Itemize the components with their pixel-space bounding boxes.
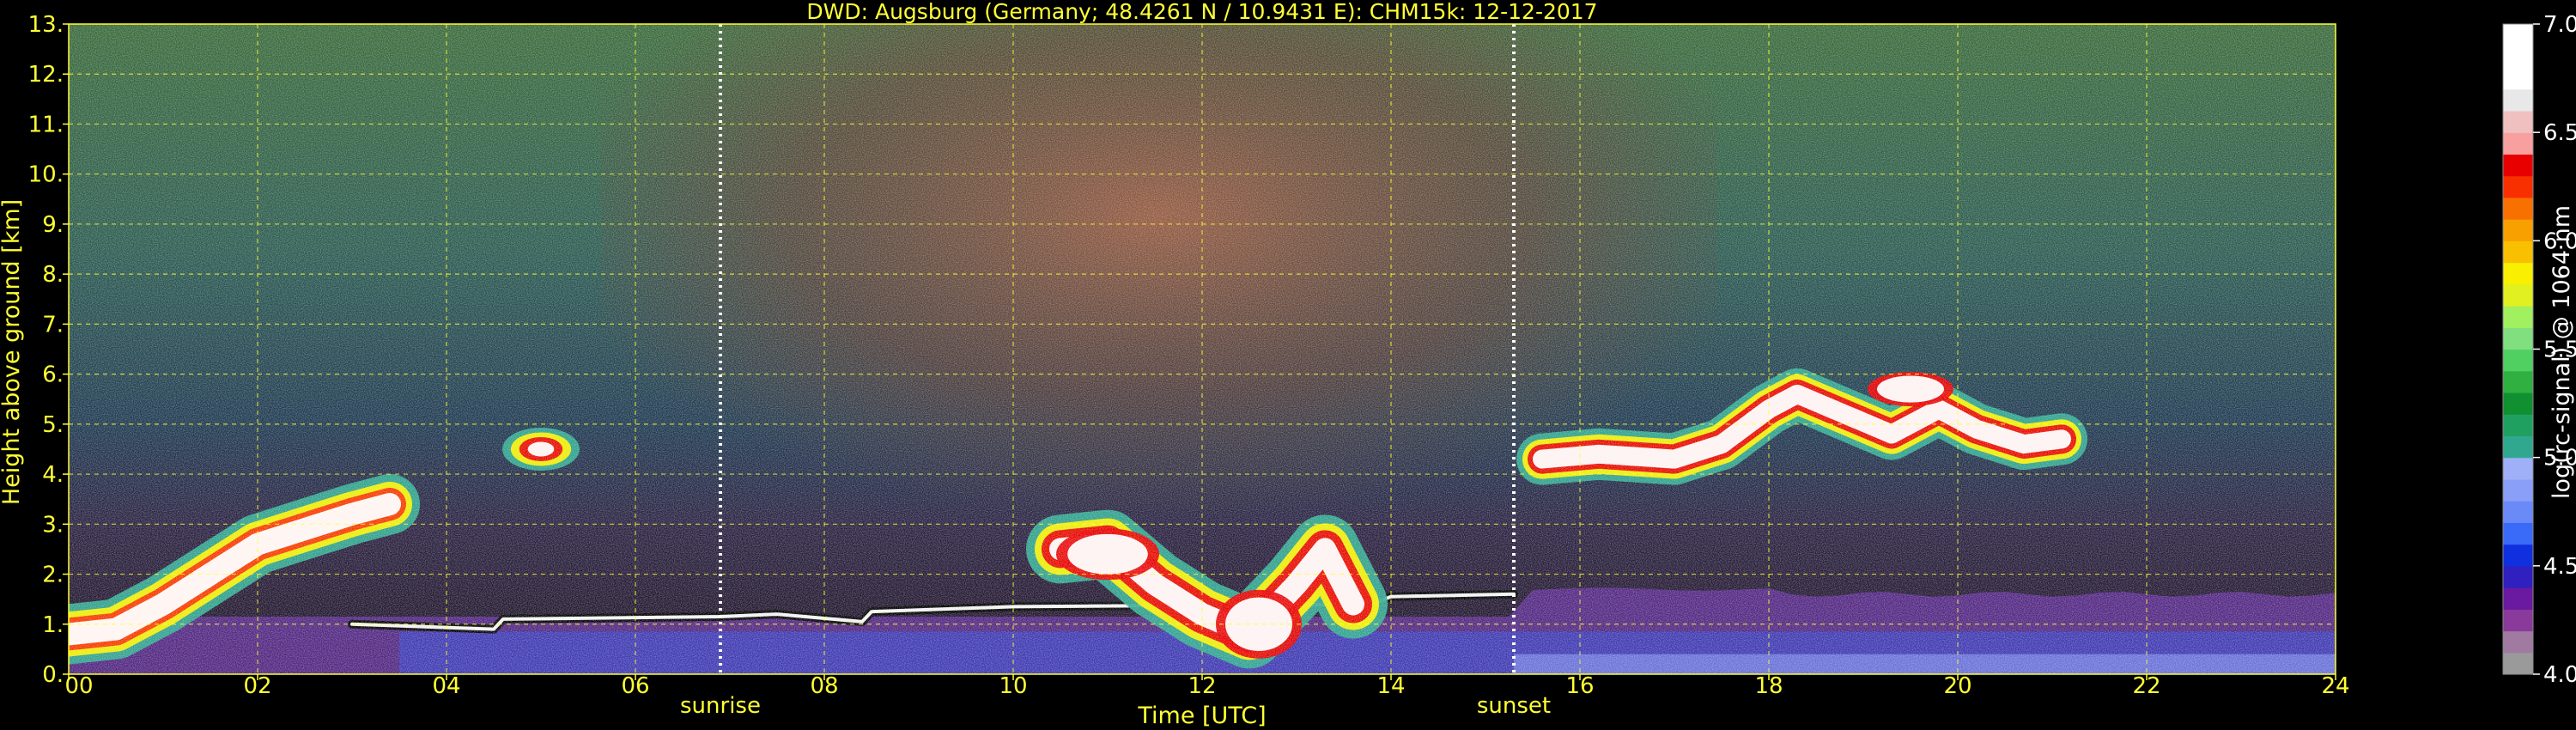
y-tick-label: 8. bbox=[42, 262, 64, 288]
colorbar-swatch bbox=[2503, 327, 2533, 350]
colorbar-swatch bbox=[2503, 283, 2533, 307]
x-tick-label: 16 bbox=[1565, 673, 1594, 699]
x-axis-label: Time [UTC] bbox=[1137, 703, 1266, 729]
colorbar-swatch bbox=[2503, 306, 2533, 328]
colorbar-swatch bbox=[2503, 435, 2533, 459]
colorbar-tick-label: 4.0 bbox=[2543, 662, 2576, 688]
y-tick-label: 12. bbox=[28, 62, 64, 88]
y-tick-label: 6. bbox=[42, 362, 64, 388]
ceilometer-chart: 00 02 04 06 08 10 12 14 16 18 20 22 24 0. 1. 2. 3. 4. 5. 6… bbox=[0, 0, 2576, 729]
colorbar-swatch bbox=[2503, 565, 2533, 588]
y-tick-label: 4. bbox=[42, 462, 64, 488]
x-tick-label: 08 bbox=[810, 673, 838, 699]
colorbar-tick-label: 4.5 bbox=[2543, 554, 2576, 580]
y-axis-label: Height above ground [km] bbox=[0, 199, 25, 505]
colorbar-swatch bbox=[2503, 392, 2533, 415]
colorbar-swatch bbox=[2503, 154, 2533, 177]
x-tick-label: 10 bbox=[999, 673, 1027, 699]
y-tick-label: 5. bbox=[42, 412, 64, 438]
x-tick-label: 06 bbox=[621, 673, 649, 699]
colorbar-swatch bbox=[2503, 349, 2533, 372]
y-tick-label: 9. bbox=[42, 212, 64, 238]
y-axis: 0. 1. 2. 3. 4. 5. 6. 7. 8. 9. 10. 11. 12. 13. bbox=[28, 12, 69, 688]
colorbar-swatch bbox=[2503, 457, 2533, 480]
colorbar-swatch bbox=[2503, 544, 2533, 567]
x-tick-label: 02 bbox=[243, 673, 271, 699]
x-tick-label: 12 bbox=[1188, 673, 1216, 699]
y-tick-label: 0. bbox=[42, 662, 64, 688]
colorbar-swatch bbox=[2503, 414, 2533, 437]
colorbar-swatch bbox=[2503, 630, 2533, 654]
colorbar-swatch bbox=[2503, 478, 2533, 502]
x-axis: 00 02 04 06 08 10 12 14 16 18 20 22 24 bbox=[64, 673, 2349, 699]
y-tick-label: 11. bbox=[28, 112, 64, 137]
x-tick-label: 04 bbox=[432, 673, 460, 699]
sunrise-label: sunrise bbox=[680, 693, 761, 719]
chart-title: DWD: Augsburg (Germany; 48.4261 N / 10.9… bbox=[806, 0, 1597, 24]
colorbar-tick-label: 7.0 bbox=[2543, 12, 2576, 38]
x-tick-label: 22 bbox=[2132, 673, 2160, 699]
colorbar-label: log(rc-signal) @ 1064 nm bbox=[2549, 205, 2575, 499]
colorbar-swatch bbox=[2503, 609, 2533, 632]
colorbar-swatch bbox=[2503, 46, 2533, 69]
y-tick-label: 1. bbox=[42, 612, 64, 638]
colorbar-swatch bbox=[2503, 370, 2533, 393]
colorbar-swatch bbox=[2503, 24, 2533, 46]
y-tick-label: 7. bbox=[42, 312, 64, 338]
x-tick-label: 24 bbox=[2321, 673, 2349, 699]
y-tick-label: 13. bbox=[28, 12, 64, 38]
colorbar-swatch bbox=[2503, 197, 2533, 220]
y-tick-label: 10. bbox=[28, 162, 64, 188]
sunset-label: sunset bbox=[1477, 693, 1551, 719]
colorbar-swatch bbox=[2503, 240, 2533, 264]
y-tick-label: 3. bbox=[42, 512, 64, 538]
colorbar-swatch bbox=[2503, 652, 2533, 675]
colorbar-swatch bbox=[2503, 522, 2533, 545]
colorbar-swatch bbox=[2503, 587, 2533, 610]
colorbar-swatch bbox=[2503, 262, 2533, 285]
x-tick-label: 00 bbox=[64, 673, 93, 699]
colorbar-swatch bbox=[2503, 219, 2533, 241]
x-tick-label: 14 bbox=[1376, 673, 1405, 699]
x-tick-label: 18 bbox=[1754, 673, 1783, 699]
colorbar-swatch bbox=[2503, 88, 2533, 112]
y-tick-label: 2. bbox=[42, 563, 64, 588]
x-tick-label: 20 bbox=[1943, 673, 1971, 699]
colorbar-swatch bbox=[2503, 132, 2533, 155]
colorbar-swatch bbox=[2503, 175, 2533, 198]
colorbar-tick-label: 6.5 bbox=[2543, 120, 2576, 146]
colorbar-swatch bbox=[2503, 110, 2533, 133]
colorbar-swatch bbox=[2503, 501, 2533, 523]
colorbar-swatch bbox=[2503, 67, 2533, 90]
